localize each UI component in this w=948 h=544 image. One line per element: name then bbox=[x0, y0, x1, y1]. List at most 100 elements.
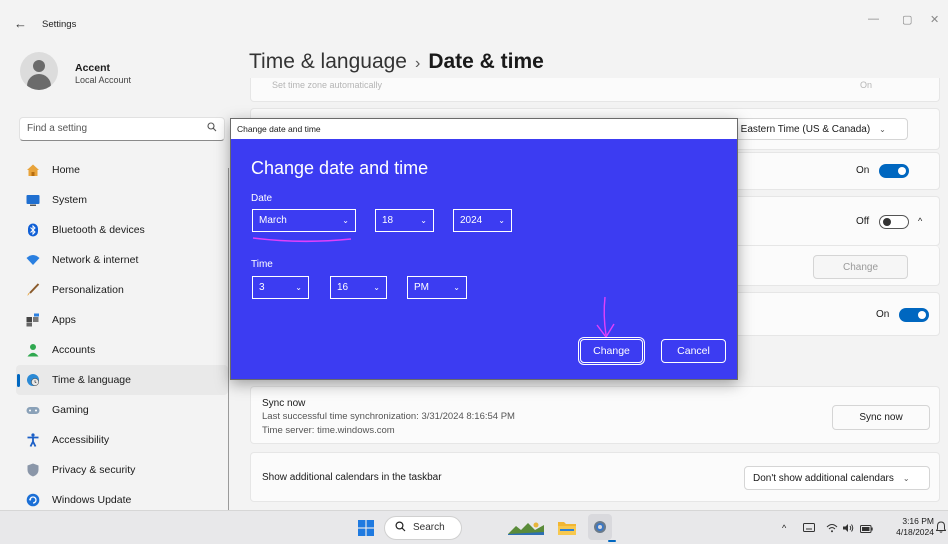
toggle-2-label: Off bbox=[856, 216, 870, 227]
toggle-1-switch[interactable] bbox=[879, 164, 909, 178]
sidebar-item-gaming[interactable]: Gaming bbox=[16, 395, 228, 425]
calendars-value: Don't show additional calendars bbox=[753, 472, 894, 484]
day-value: 18 bbox=[382, 215, 394, 226]
sidebar-item-network[interactable]: Network & internet bbox=[16, 245, 228, 275]
sidebar-item-bluetooth[interactable]: Bluetooth & devices bbox=[16, 215, 228, 245]
battery-icon[interactable] bbox=[860, 524, 873, 536]
update-icon bbox=[26, 493, 40, 507]
month-dropdown[interactable]: March ⌄ bbox=[252, 209, 356, 232]
breadcrumb-parent[interactable]: Time & language bbox=[249, 50, 407, 73]
brush-icon bbox=[26, 283, 40, 297]
volume-icon[interactable] bbox=[842, 523, 854, 536]
sidebar-item-label: System bbox=[52, 194, 88, 206]
sync-last-time: Last successful time synchronization: 3/… bbox=[262, 411, 515, 422]
notification-bell-icon[interactable] bbox=[935, 521, 947, 536]
accessibility-icon bbox=[26, 433, 40, 447]
sidebar-item-label: Bluetooth & devices bbox=[52, 224, 145, 236]
clock[interactable]: 3:16 PM 4/18/2024 bbox=[886, 516, 934, 538]
system-icon bbox=[26, 193, 40, 207]
sync-time-server: Time server: time.windows.com bbox=[262, 425, 395, 436]
taskbar: Search ^ 3:16 PM 4/18/2024 bbox=[0, 510, 948, 544]
avatar-body-shape bbox=[27, 74, 51, 90]
toggle-knob bbox=[898, 167, 906, 175]
toggle-1-label: On bbox=[856, 165, 870, 176]
calendars-dropdown[interactable]: Don't show additional calendars ⌄ bbox=[744, 466, 930, 490]
toggle-3-label: On bbox=[876, 309, 890, 320]
timezone-dropdown[interactable]: 0) Eastern Time (US & Canada) ⌄ bbox=[720, 118, 908, 140]
time-label: Time bbox=[251, 259, 273, 270]
sidebar-item-time-language[interactable]: Time & language bbox=[16, 365, 228, 395]
ampm-value: PM bbox=[414, 282, 429, 293]
calendars-label: Show additional calendars in the taskbar bbox=[262, 472, 442, 483]
chevron-down-icon: ⌄ bbox=[453, 283, 460, 292]
breadcrumb-current: Date & time bbox=[428, 50, 544, 73]
sidebar-item-label: Apps bbox=[52, 314, 76, 326]
maximize-button[interactable]: ▢ bbox=[902, 13, 912, 26]
sidebar-item-label: Privacy & security bbox=[52, 464, 136, 476]
sidebar-item-label: Network & internet bbox=[52, 254, 139, 266]
sidebar-item-accessibility[interactable]: Accessibility bbox=[16, 425, 228, 455]
settings-taskbar-item[interactable] bbox=[588, 514, 612, 540]
sync-title: Sync now bbox=[262, 398, 306, 409]
sidebar-item-label: Accounts bbox=[52, 344, 96, 356]
avatar[interactable] bbox=[20, 52, 58, 90]
sidebar-item-personalization[interactable]: Personalization bbox=[16, 275, 228, 305]
sidebar-item-accounts[interactable]: Accounts bbox=[16, 335, 228, 365]
settings-gear-icon bbox=[594, 521, 606, 533]
sidebar-nav: Home System Bluetooth & devices Network … bbox=[16, 155, 228, 515]
chevron-up-icon[interactable]: ^ bbox=[782, 523, 786, 533]
expand-icon[interactable]: ^ bbox=[918, 216, 922, 226]
sidebar-item-home[interactable]: Home bbox=[16, 155, 228, 185]
sidebar-item-privacy[interactable]: Privacy & security bbox=[16, 455, 228, 485]
ampm-dropdown[interactable]: PM ⌄ bbox=[407, 276, 467, 299]
clock-time: 3:16 PM bbox=[902, 516, 934, 526]
sidebar-item-system[interactable]: System bbox=[16, 185, 228, 215]
app-title: Settings bbox=[42, 19, 77, 30]
profile-account-type: Local Account bbox=[75, 75, 132, 85]
apps-icon bbox=[26, 313, 40, 327]
sidebar-item-label: Home bbox=[52, 164, 81, 176]
sync-now-button[interactable]: Sync now bbox=[832, 405, 930, 430]
person-icon bbox=[26, 343, 40, 357]
widgets-landscape-icon[interactable] bbox=[508, 521, 544, 538]
windows-start-icon[interactable] bbox=[358, 520, 374, 539]
chevron-down-icon: ⌄ bbox=[373, 283, 380, 292]
sidebar-item-apps[interactable]: Apps bbox=[16, 305, 228, 335]
search-icon bbox=[207, 122, 217, 135]
active-app-indicator bbox=[608, 540, 616, 542]
title-bar: ← Settings — ▢ ✕ bbox=[0, 0, 948, 44]
wifi-icon[interactable] bbox=[826, 523, 838, 536]
toggle-2-switch[interactable] bbox=[879, 215, 909, 229]
minute-dropdown[interactable]: 16 ⌄ bbox=[330, 276, 387, 299]
avatar-head-shape bbox=[33, 60, 45, 72]
sidebar-item-label: Gaming bbox=[52, 404, 89, 416]
page-title: Time & language › Date & time bbox=[249, 50, 544, 74]
toggle-3-switch[interactable] bbox=[899, 308, 929, 322]
pink-arrow-annotation bbox=[596, 296, 615, 339]
taskbar-search[interactable]: Search bbox=[384, 516, 462, 540]
search-placeholder: Find a setting bbox=[27, 123, 88, 134]
day-dropdown[interactable]: 18 ⌄ bbox=[375, 209, 434, 232]
chevron-down-icon: ⌄ bbox=[902, 473, 910, 483]
close-button[interactable]: ✕ bbox=[930, 13, 939, 26]
month-value: March bbox=[259, 215, 287, 226]
dialog-cancel-button[interactable]: Cancel bbox=[661, 339, 726, 363]
home-icon bbox=[26, 163, 40, 177]
file-explorer-icon[interactable] bbox=[558, 519, 576, 538]
hour-dropdown[interactable]: 3 ⌄ bbox=[252, 276, 309, 299]
hour-value: 3 bbox=[259, 282, 265, 293]
breadcrumb-separator: › bbox=[414, 55, 421, 72]
gamepad-icon bbox=[26, 403, 40, 417]
dialog-change-button[interactable]: Change bbox=[580, 339, 643, 363]
minimize-button[interactable]: — bbox=[868, 13, 879, 25]
bluetooth-icon bbox=[26, 223, 40, 237]
sidebar-item-label: Accessibility bbox=[52, 434, 110, 446]
chevron-down-icon: ⌄ bbox=[498, 216, 505, 225]
change-time-button[interactable]: Change bbox=[813, 255, 908, 279]
keyboard-icon[interactable] bbox=[803, 523, 815, 535]
date-label: Date bbox=[251, 193, 273, 204]
year-dropdown[interactable]: 2024 ⌄ bbox=[453, 209, 512, 232]
back-arrow-icon[interactable]: ← bbox=[14, 16, 27, 31]
search-input[interactable]: Find a setting bbox=[19, 117, 225, 141]
minute-value: 16 bbox=[337, 282, 349, 293]
